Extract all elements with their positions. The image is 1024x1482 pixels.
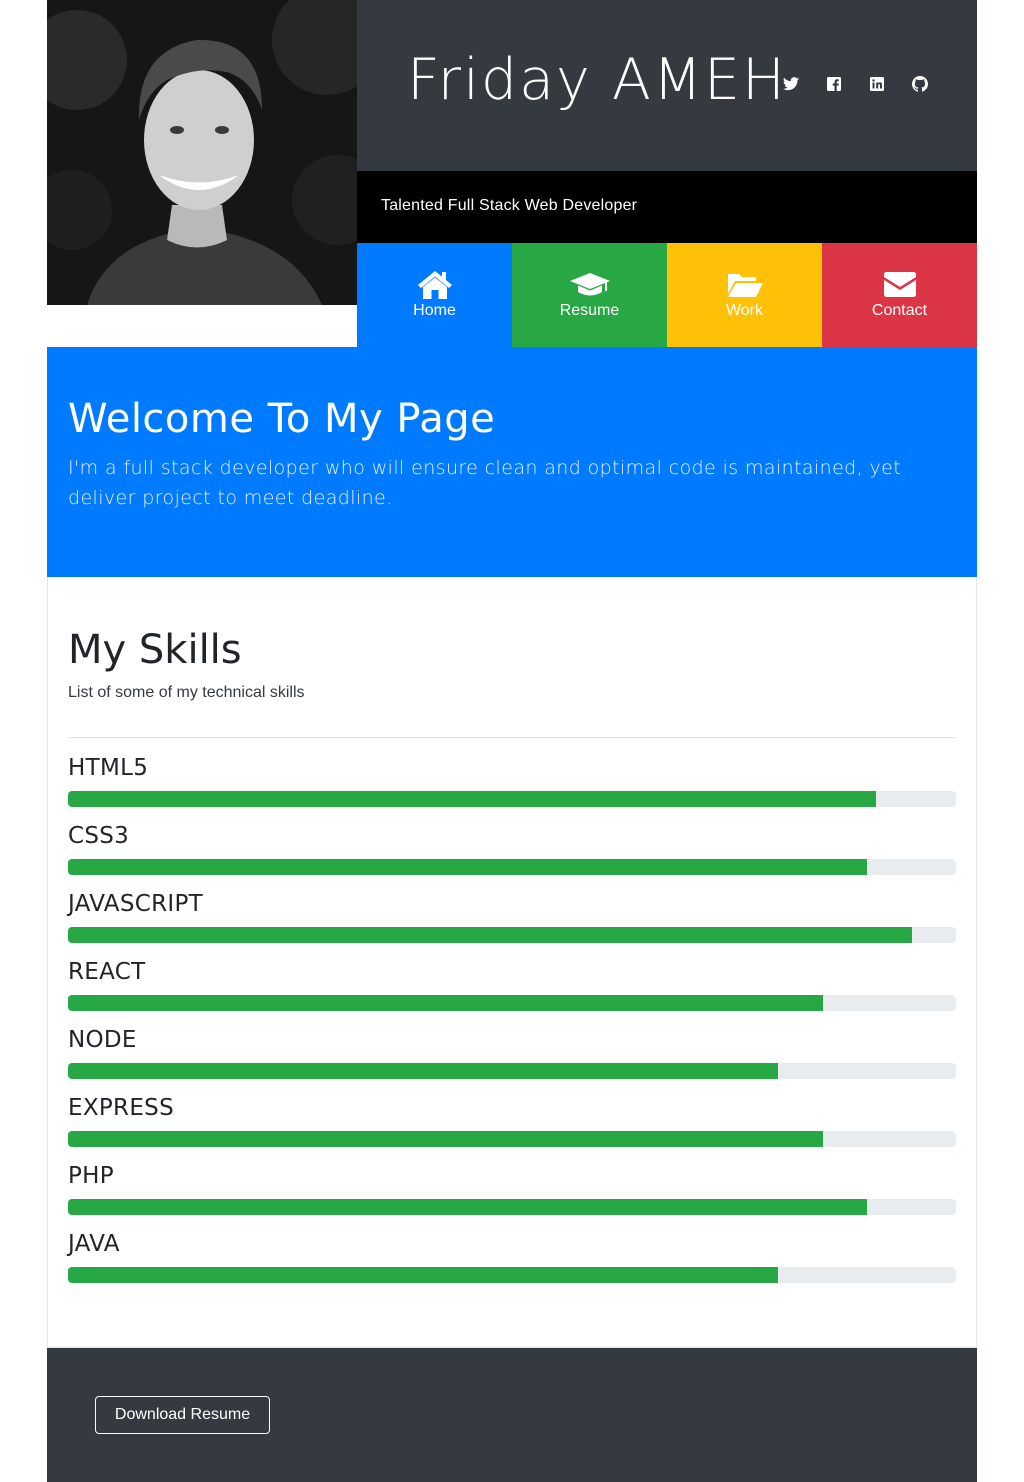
skill-item: REACT xyxy=(68,958,956,1026)
skill-name: JAVASCRIPT xyxy=(68,891,203,917)
skill-progress-bar xyxy=(68,1199,956,1215)
header-title-bar: Friday AMEH xyxy=(357,0,977,171)
tagline-bar: Talented Full Stack Web Developer xyxy=(357,171,977,243)
welcome-banner: Welcome To My Page I'm a full stack deve… xyxy=(47,347,977,577)
skill-name: EXPRESS xyxy=(68,1095,174,1121)
skill-name: CSS3 xyxy=(68,823,130,849)
skill-item: CSS3 xyxy=(68,822,956,890)
skills-section: My Skills List of some of my technical s… xyxy=(47,577,977,1348)
skill-item: HTML5 xyxy=(68,754,956,822)
nav-item-work[interactable]: Work xyxy=(667,243,822,347)
main-nav: Home Resume Work Contact xyxy=(357,243,977,347)
skill-progress-fill xyxy=(68,1131,823,1147)
skill-list: HTML5 CSS3 JAVASCRIPT REACT NODE EXPRESS PHP JA… xyxy=(68,754,956,1298)
twitter-icon xyxy=(783,77,799,91)
skill-progress-fill xyxy=(68,1267,779,1283)
skill-progress-bar xyxy=(68,927,956,943)
skill-item: JAVASCRIPT xyxy=(68,890,956,958)
skill-progress-bar xyxy=(68,1063,956,1079)
profile-photo-image xyxy=(47,0,357,305)
footer: Download Resume xyxy=(47,1348,977,1482)
skill-progress-bar xyxy=(68,791,956,807)
skill-name: JAVA xyxy=(68,1231,120,1257)
skill-progress-bar xyxy=(68,1131,956,1147)
folder-open-icon xyxy=(726,268,764,300)
tagline: Talented Full Stack Web Developer xyxy=(381,197,638,214)
github-icon xyxy=(912,76,928,92)
linkedin-link[interactable] xyxy=(869,75,885,93)
skill-progress-fill xyxy=(68,859,868,875)
nav-item-label: Work xyxy=(725,302,764,319)
facebook-link[interactable] xyxy=(826,75,842,93)
skill-progress-bar xyxy=(68,1267,956,1283)
envelope-icon xyxy=(883,268,917,300)
nav-item-label: Resume xyxy=(559,302,620,319)
linkedin-icon xyxy=(870,77,884,91)
skill-progress-fill xyxy=(68,995,823,1011)
skill-progress-fill xyxy=(68,1199,868,1215)
page: Friday AMEH Talented Full Stack Web Deve… xyxy=(47,0,977,1482)
home-icon xyxy=(417,268,453,300)
profile-name: Friday AMEH xyxy=(407,47,787,113)
skill-progress-bar xyxy=(68,859,956,875)
skill-name: NODE xyxy=(68,1027,137,1053)
skill-progress-fill xyxy=(68,927,912,943)
skill-item: EXPRESS xyxy=(68,1094,956,1162)
skills-subtitle: List of some of my technical skills xyxy=(68,684,305,701)
skill-progress-fill xyxy=(68,1063,779,1079)
skill-name: REACT xyxy=(68,959,146,985)
skill-item: PHP xyxy=(68,1162,956,1230)
nav-item-home[interactable]: Home xyxy=(357,243,512,347)
nav-item-label: Contact xyxy=(871,302,928,319)
skills-title: My Skills xyxy=(68,627,242,673)
skill-progress-bar xyxy=(68,995,956,1011)
skill-item: JAVA xyxy=(68,1230,956,1298)
skill-progress-fill xyxy=(68,791,877,807)
github-link[interactable] xyxy=(912,75,928,93)
skill-item: NODE xyxy=(68,1026,956,1094)
facebook-icon xyxy=(827,77,841,91)
profile-photo xyxy=(47,0,357,305)
skill-name: PHP xyxy=(68,1163,114,1189)
divider xyxy=(68,737,956,738)
skill-name: HTML5 xyxy=(68,755,149,781)
nav-item-contact[interactable]: Contact xyxy=(822,243,977,347)
welcome-text: I'm a full stack developer who will ensu… xyxy=(68,457,902,509)
social-links xyxy=(783,75,928,93)
graduation-cap-icon xyxy=(569,268,611,300)
welcome-title: Welcome To My Page xyxy=(68,396,496,442)
nav-item-resume[interactable]: Resume xyxy=(512,243,667,347)
download-resume-button[interactable]: Download Resume xyxy=(95,1396,270,1434)
twitter-link[interactable] xyxy=(783,75,799,93)
nav-item-label: Home xyxy=(413,302,456,319)
